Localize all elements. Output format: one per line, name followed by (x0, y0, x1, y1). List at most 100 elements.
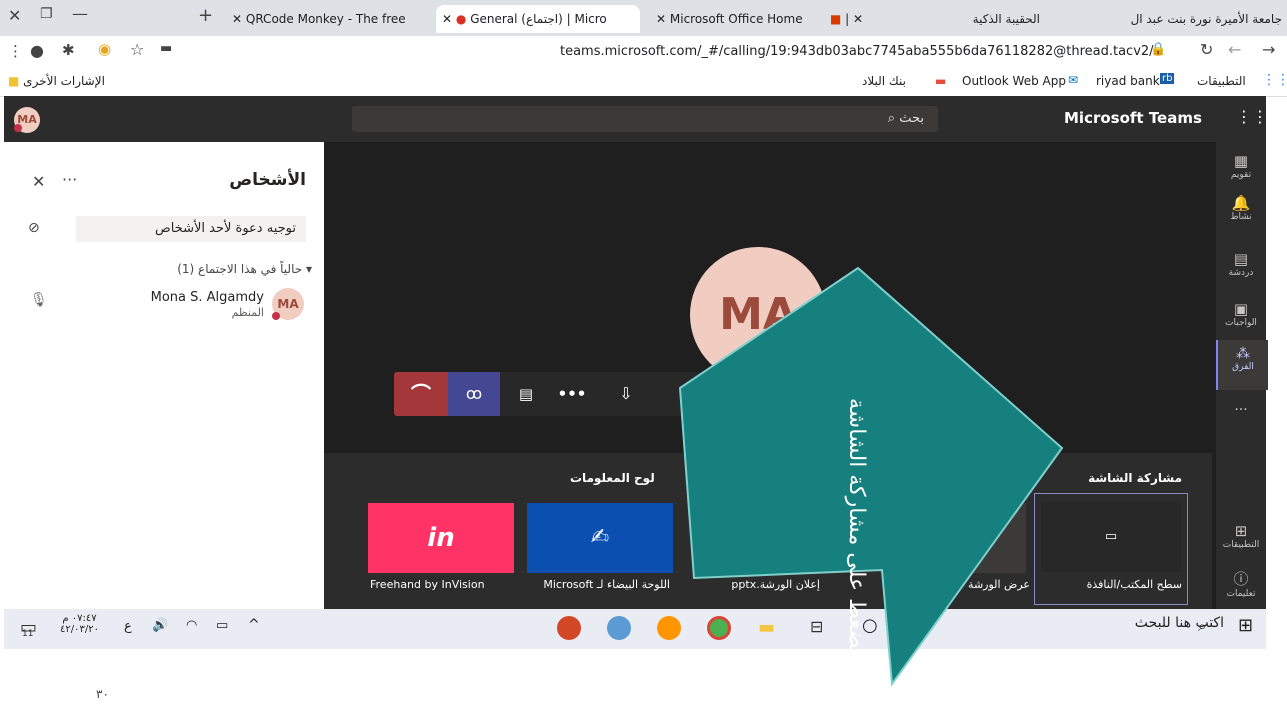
wifi-icon[interactable]: ◠ (186, 618, 197, 633)
apps-grid-icon: ⋮⋮ (1262, 72, 1287, 88)
date-text: ٤٢/٠٣/٢٠ (60, 624, 99, 635)
teams-header: MA بحث ⌕ Microsoft Teams ⋮⋮ (4, 96, 1268, 142)
rail-activity[interactable]: 🔔 نشاط (1216, 194, 1266, 222)
lock-icon[interactable]: 🔒 (1150, 42, 1166, 57)
rail-calendar[interactable]: ▦ تقويم (1216, 152, 1266, 180)
freehand-tile[interactable]: in (368, 503, 514, 573)
rail-chat[interactable]: ▤ دردشة (1216, 250, 1266, 278)
bookmark-bilad[interactable]: بنك البلاد (862, 74, 906, 88)
whiteboard-icon: ✍ (590, 525, 610, 550)
chat-icon: ▤ (1233, 250, 1249, 268)
clock[interactable]: ٠٧:٤٧ م ٤٢/٠٣/٢٠ (60, 613, 99, 635)
meeting-toolbar: ⌒ ꝏ ▤ ••• ⇩ (394, 372, 764, 416)
presence-dot (14, 124, 22, 132)
bookmark-riyad-label: riyad bank (1096, 74, 1160, 88)
chrome-icon[interactable] (707, 616, 731, 640)
cortana-icon[interactable]: ○ (862, 615, 878, 636)
back-icon[interactable]: → (1262, 40, 1275, 59)
teams-search-input[interactable]: بحث ⌕ (352, 106, 938, 132)
page-number: ٣٠ (96, 687, 109, 701)
member-name: Mona S. Algamdy (150, 290, 264, 305)
star-bookmark-icon[interactable]: ☆ (130, 40, 144, 59)
in-meeting-section[interactable]: ▾ حالياً في هذا الاجتماع (1) (177, 262, 312, 276)
reload-icon[interactable]: ↻ (1200, 40, 1213, 59)
participants-button[interactable]: ꝏ (448, 372, 500, 416)
notification-count: 11 (22, 629, 34, 639)
forward-icon[interactable]: ← (1228, 40, 1241, 59)
powerpoint-icon[interactable] (557, 616, 581, 640)
bookmark-outlook[interactable]: Outlook Web App (962, 74, 1066, 88)
input-lang[interactable]: ع (124, 619, 132, 634)
restore-window-icon[interactable]: ❐ (40, 6, 53, 22)
whiteboard-label: اللوحة البيضاء لـ Microsoft (543, 578, 670, 591)
tab-pnu[interactable]: جامعة الأميرة نورة بنت عبد ال (1050, 5, 1282, 33)
time-text: ٠٧:٤٧ م (62, 613, 97, 624)
invite-button[interactable]: توجيه دعوة لأحد الأشخاص (76, 216, 306, 242)
mic-muted-icon[interactable]: 🎙 (30, 292, 48, 308)
bookmark-outlook-label: Outlook Web App (962, 74, 1066, 88)
more-options-icon[interactable]: ··· (62, 170, 77, 189)
tab-office-icon[interactable]: ■ | ✕ (830, 5, 890, 33)
tab-smart-bag[interactable]: الحقيبة الذكية (930, 5, 1040, 33)
rail-apps[interactable]: ⊞ التطبيقات (1216, 522, 1266, 550)
section-label: حالياً في هذا الاجتماع (1) (177, 262, 303, 276)
browser-tab-bar: ✕ ❐ — + ✕ QRCode Monkey - The free ✕ ● G… (0, 0, 1287, 36)
volume-icon[interactable]: 🔊 (152, 618, 168, 633)
extension-logo-icon[interactable]: ◉ (98, 40, 111, 58)
whiteboard-tile[interactable]: ✍ (527, 503, 673, 573)
file-explorer-icon[interactable]: ▬ (758, 617, 775, 638)
rail-teams[interactable]: ⁂ الفرق (1216, 340, 1268, 390)
rail-label: تعليمات (1226, 589, 1256, 599)
outlook-logo-icon: ✉ (1068, 73, 1079, 87)
more-apps-icon[interactable]: ··· (1216, 402, 1266, 418)
hangup-button[interactable]: ⌒ (394, 372, 448, 416)
teams-icon: ⁂ (1236, 346, 1250, 362)
help-icon: ⓘ (1233, 570, 1249, 588)
battery-icon[interactable]: ▭ (216, 618, 228, 633)
ppt-present-label: عرض الورشة (968, 578, 1030, 591)
search-placeholder: بحث ⌕ (887, 111, 924, 126)
rail-label: التطبيقات (1222, 540, 1260, 550)
rail-help[interactable]: ⓘ تعليمات (1216, 568, 1266, 599)
ppt-present-tile[interactable] (880, 503, 1026, 573)
document-page-footer: ٣٠ (0, 649, 1287, 722)
close-panel-icon[interactable]: ✕ (32, 172, 45, 191)
backpack-icon: ▣ (1233, 300, 1249, 318)
bookmark-other-label: الإشارات الأخرى (23, 74, 105, 88)
share-tray-button[interactable]: ⇩ (606, 372, 646, 416)
edge-icon[interactable] (607, 616, 631, 640)
windows-start-icon[interactable]: ⊞ (1238, 615, 1253, 636)
board-heading: لوح المعلومات (570, 471, 655, 485)
tab-qrcode[interactable]: ✕ QRCode Monkey - The free (232, 5, 432, 33)
tray-chevron-icon[interactable]: ^ (248, 617, 260, 633)
desktop-window-label: سطح المكتب/النافذة (1086, 578, 1182, 591)
extensions-icon[interactable]: ✱ (62, 41, 75, 59)
new-tab-icon[interactable]: + (198, 5, 213, 26)
bookmark-riyad[interactable]: riyad bank (1096, 74, 1160, 88)
pptx-label: إعلان الورشة.pptx (731, 578, 820, 591)
menu-dots-icon[interactable]: ⋮ (8, 42, 23, 60)
tab-teams-general[interactable]: ✕ ● General (اجتماع) | Micro (436, 5, 640, 33)
bookmark-other[interactable]: الإشارات الأخرى ■ (8, 74, 105, 88)
bilad-logo-icon: ▬ (935, 74, 947, 88)
cast-icon[interactable]: ▬ (160, 41, 172, 56)
chat-button[interactable]: ▤ (506, 372, 546, 416)
firefox-icon[interactable] (657, 616, 681, 640)
minimize-window-icon[interactable]: — (72, 4, 88, 23)
member-presence-dot (272, 312, 280, 320)
rail-label: الفرق (1232, 362, 1254, 372)
search-icon: ⌕ (1198, 617, 1207, 635)
bookmark-apps[interactable]: التطبيقات (1197, 74, 1246, 88)
more-actions-button[interactable]: ••• (552, 372, 592, 416)
tab-label: جامعة الأميرة نورة بنت عبد ال (1130, 12, 1282, 26)
close-window-icon[interactable]: ✕ (8, 6, 21, 25)
rail-assignments[interactable]: ▣ الواجبات (1216, 300, 1266, 328)
app-launcher-icon[interactable]: ⋮⋮ (1236, 107, 1268, 126)
url-field[interactable]: teams.microsoft.com/_#/calling/19:943db0… (560, 44, 1154, 59)
tab-office-home[interactable]: ✕ Microsoft Office Home (656, 5, 826, 33)
bookmarks-bar: الإشارات الأخرى ■ بنك البلاد ▬ Outlook W… (0, 68, 1287, 97)
task-view-icon[interactable]: ⊟ (810, 617, 823, 636)
invite-label: توجيه دعوة لأحد الأشخاص (155, 221, 296, 236)
apps-icon: ⊞ (1234, 522, 1248, 540)
profile-icon[interactable]: ● (30, 41, 44, 60)
